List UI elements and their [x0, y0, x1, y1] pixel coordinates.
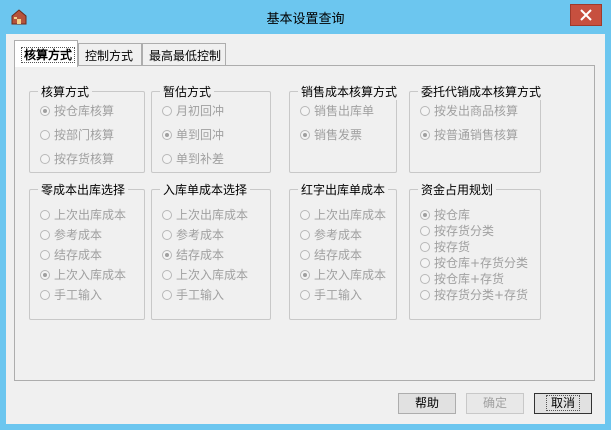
radio-by-normal-sales[interactable]: 按普通销售核算: [420, 126, 518, 142]
ok-button[interactable]: 确定: [466, 393, 524, 414]
radio-cap-by-warehouse-inventory[interactable]: 按仓库+存货: [420, 270, 504, 286]
radio-last-outbound-cost[interactable]: 上次出库成本: [300, 206, 386, 222]
radio-doc-arrival-adjust[interactable]: 单到补差: [162, 150, 224, 166]
close-icon: [580, 9, 592, 21]
tab-panel: 核算方式 按仓库核算 按部门核算 按存货核算 暂估方式 月初回冲 单到回冲 单到…: [14, 65, 595, 381]
radio-reference-cost[interactable]: 参考成本: [162, 226, 224, 242]
radio-cap-by-inventory-class[interactable]: 按存货分类: [420, 222, 494, 238]
radio-cap-by-warehouse-class[interactable]: 按仓库+存货分类: [420, 254, 528, 270]
group-inbound-cost: 入库单成本选择 上次出库成本 参考成本 结存成本 上次入库成本 手工输入: [151, 181, 271, 320]
radio-manual-input[interactable]: 手工输入: [40, 286, 102, 302]
radio-last-inbound-cost[interactable]: 上次入库成本: [40, 266, 126, 282]
radio-cap-by-warehouse[interactable]: 按仓库: [420, 206, 470, 222]
radio-last-outbound-cost[interactable]: 上次出库成本: [40, 206, 126, 222]
radio-reference-cost[interactable]: 参考成本: [300, 226, 362, 242]
radio-by-shipped-goods[interactable]: 按发出商品核算: [420, 102, 518, 118]
radio-balance-cost[interactable]: 结存成本: [300, 246, 362, 262]
window-title: 基本设置查询: [266, 12, 345, 27]
dialog-client-area: 核算方式 控制方式 最高最低控制 核算方式 按仓库核算 按部门核算 按存货核算 …: [6, 34, 605, 424]
title-bar[interactable]: 基本设置查询: [0, 0, 611, 34]
group-red-outbound-cost: 红字出库单成本 上次出库成本 参考成本 结存成本 上次入库成本 手工输入: [289, 181, 397, 320]
radio-balance-cost[interactable]: 结存成本: [40, 246, 102, 262]
radio-by-warehouse[interactable]: 按仓库核算: [40, 102, 114, 118]
radio-manual-input[interactable]: 手工输入: [162, 286, 224, 302]
tab-max-min-control[interactable]: 最高最低控制: [142, 43, 226, 66]
radio-last-outbound-cost[interactable]: 上次出库成本: [162, 206, 248, 222]
tab-accounting-method[interactable]: 核算方式: [14, 40, 78, 67]
group-consignment-cost-method: 委托代销成本核算方式 按发出商品核算 按普通销售核算: [409, 83, 545, 173]
dialog-window: 基本设置查询 核算方式 控制方式 最高最低控制 核算方式 按仓库核算 按部门核算…: [0, 0, 611, 430]
radio-cap-by-class-inventory[interactable]: 按存货分类+存货: [420, 286, 528, 302]
tab-control-method[interactable]: 控制方式: [78, 43, 142, 66]
radio-last-inbound-cost[interactable]: 上次入库成本: [162, 266, 248, 282]
radio-manual-input[interactable]: 手工输入: [300, 286, 362, 302]
radio-reference-cost[interactable]: 参考成本: [40, 226, 102, 242]
radio-month-start-reversal[interactable]: 月初回冲: [162, 102, 224, 118]
radio-by-department[interactable]: 按部门核算: [40, 126, 114, 142]
cancel-button[interactable]: 取消: [534, 393, 592, 414]
radio-balance-cost[interactable]: 结存成本: [162, 246, 224, 262]
help-button[interactable]: 帮助: [398, 393, 456, 414]
radio-by-inventory[interactable]: 按存货核算: [40, 150, 114, 166]
radio-cap-by-inventory[interactable]: 按存货: [420, 238, 470, 254]
radio-doc-arrival-reversal[interactable]: 单到回冲: [162, 126, 224, 142]
group-sales-cost-method: 销售成本核算方式 销售出库单 销售发票: [289, 83, 401, 173]
group-accounting-method: 核算方式 按仓库核算 按部门核算 按存货核算: [29, 83, 145, 173]
group-provisional-method: 暂估方式 月初回冲 单到回冲 单到补差: [151, 83, 271, 173]
group-zero-cost-outbound: 零成本出库选择 上次出库成本 参考成本 结存成本 上次入库成本 手工输入: [29, 181, 145, 320]
radio-sales-outbound-doc[interactable]: 销售出库单: [300, 102, 374, 118]
radio-last-inbound-cost[interactable]: 上次入库成本: [300, 266, 386, 282]
radio-sales-invoice[interactable]: 销售发票: [300, 126, 362, 142]
close-button[interactable]: [570, 4, 602, 26]
group-capital-planning: 资金占用规划 按仓库 按存货分类 按存货 按仓库+存货分类 按仓库+存货 按存货…: [409, 181, 541, 320]
